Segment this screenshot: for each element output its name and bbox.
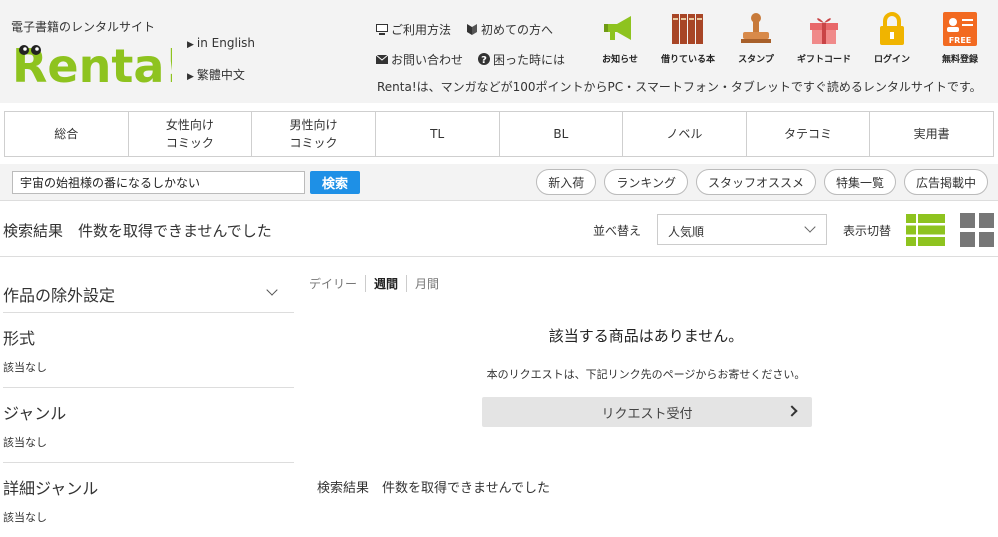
header-icon-rented-books[interactable]: 借りている本	[654, 10, 722, 66]
filter-title-genre: ジャンル	[3, 404, 67, 423]
nav-tab-mens-comic[interactable]: 男性向け コミック	[252, 112, 376, 156]
pill-features[interactable]: 特集一覧	[823, 169, 896, 195]
nav-tab-practical[interactable]: 実用書	[870, 112, 993, 156]
chevron-down-icon	[804, 221, 816, 233]
period-tab-weekly[interactable]: 週間	[365, 275, 406, 292]
exclude-settings-toggle[interactable]: 作品の除外設定	[3, 270, 294, 313]
period-tabs: デイリー 週間 月間	[309, 275, 447, 292]
filter-title-format: 形式	[3, 329, 36, 348]
filter-sidebar: 作品の除外設定 形式 該当なし ジャンル 該当なし 詳細ジャンル 該当なし	[3, 270, 294, 537]
search-button[interactable]: 検索	[310, 171, 360, 194]
site-header: 電子書籍のレンタルサイト Renta! ▶ in English ▶ 繁體中文 ご利…	[0, 0, 998, 103]
nav-tab-tl[interactable]: TL	[376, 112, 500, 156]
genre-nav: 総合 女性向け コミック 男性向け コミック TL BL ノベル タテコミ 実用…	[4, 111, 994, 157]
nav-tab-novel[interactable]: ノベル	[623, 112, 747, 156]
header-icon-stamp[interactable]: スタンプ	[722, 10, 790, 66]
request-button[interactable]: リクエスト受付	[482, 397, 812, 427]
renta-logo[interactable]: Renta!	[12, 38, 172, 88]
help-link-beginner[interactable]: 初めての方へ	[465, 21, 553, 38]
help-link-usage[interactable]: ご利用方法	[375, 21, 451, 38]
site-info-text: Renta!は、マンガなどが100ポイントからPC・スマートフォン・タブレットで…	[377, 80, 982, 94]
period-tab-monthly[interactable]: 月間	[406, 275, 447, 292]
pill-ads[interactable]: 広告掲載中	[903, 169, 988, 195]
help-link-contact[interactable]: お問い合わせ	[375, 51, 463, 68]
nav-tab-general[interactable]: 総合	[5, 112, 129, 156]
search-bar: 検索 新入荷 ランキング スタッフオススメ 特集一覧 広告掲載中	[0, 164, 998, 201]
sort-label: 並べ替え	[593, 224, 642, 238]
lock-icon	[880, 12, 904, 45]
site-tagline: 電子書籍のレンタルサイト	[11, 20, 156, 34]
beginner-icon	[467, 24, 478, 35]
language-links: ▶ in English ▶ 繁體中文	[187, 28, 255, 92]
filter-value-format: 該当なし	[3, 361, 47, 374]
pill-ranking[interactable]: ランキング	[604, 169, 688, 195]
filter-value-genre: 該当なし	[3, 436, 47, 449]
chevron-right-icon	[786, 405, 798, 417]
nav-tab-tatecomi[interactable]: タテコミ	[747, 112, 871, 156]
header-icon-login[interactable]: ログイン	[858, 10, 926, 66]
lang-link-chinese[interactable]: ▶ 繁體中文	[187, 60, 255, 92]
nav-tab-womens-comic[interactable]: 女性向け コミック	[129, 112, 253, 156]
pill-staff-picks[interactable]: スタッフオススメ	[695, 169, 816, 195]
search-input[interactable]	[12, 171, 305, 194]
exclude-settings-label: 作品の除外設定	[3, 286, 116, 305]
sort-select[interactable]: 人気順	[657, 214, 827, 245]
free-badge-text: FREE	[949, 36, 972, 45]
lang-link-english[interactable]: ▶ in English	[187, 28, 255, 60]
pill-new-arrivals[interactable]: 新入荷	[536, 169, 597, 195]
sort-value: 人気順	[668, 225, 705, 239]
request-button-label: リクエスト受付	[601, 406, 693, 422]
filter-section-detail-genre: 詳細ジャンル 該当なし	[3, 463, 294, 537]
list-view-icon[interactable]	[906, 214, 945, 246]
svg-text:?: ?	[481, 55, 487, 66]
quick-links: 新入荷 ランキング スタッフオススメ 特集一覧 広告掲載中	[536, 169, 988, 195]
grid-view-icon[interactable]	[960, 213, 994, 247]
filter-section-genre: ジャンル 該当なし	[3, 388, 294, 463]
stamp-icon	[741, 13, 771, 43]
results-divider	[0, 256, 998, 257]
header-icon-news[interactable]: お知らせ	[586, 10, 654, 66]
monitor-icon	[376, 24, 388, 35]
filter-section-format: 形式 該当なし	[3, 313, 294, 388]
gift-icon	[810, 18, 838, 44]
results-footer-heading: 検索結果 件数を取得できませんでした	[317, 481, 550, 496]
help-link-trouble[interactable]: ? 困った時には	[477, 51, 565, 68]
results-heading: 検索結果 件数を取得できませんでした	[3, 222, 272, 240]
period-tab-daily[interactable]: デイリー	[309, 275, 365, 292]
help-links: ご利用方法 初めての方へ お問い合わせ ? 困った時には	[375, 14, 565, 74]
question-icon: ?	[478, 53, 491, 66]
bookshelf-icon	[672, 14, 703, 44]
filter-title-detail-genre: 詳細ジャンル	[3, 479, 99, 498]
chevron-down-icon	[266, 284, 278, 296]
free-register-icon: FREE	[943, 12, 977, 46]
nav-tab-bl[interactable]: BL	[500, 112, 624, 156]
mail-icon	[375, 54, 389, 64]
filter-value-detail-genre: 該当なし	[3, 511, 47, 524]
request-instruction: 本のリクエストは、下記リンク先のページからお寄せください。	[486, 368, 806, 381]
header-icon-free-register[interactable]: FREE 無料登録	[926, 10, 994, 66]
header-icon-menu: お知らせ 借りている本 スタンプ ギフトコード ログイン FREE 無料登録	[586, 10, 994, 66]
header-icon-gift-code[interactable]: ギフトコード	[790, 10, 858, 66]
no-results-message: 該当する商品はありません。	[548, 327, 744, 345]
megaphone-icon	[604, 16, 631, 40]
view-toggle-label: 表示切替	[843, 224, 892, 238]
